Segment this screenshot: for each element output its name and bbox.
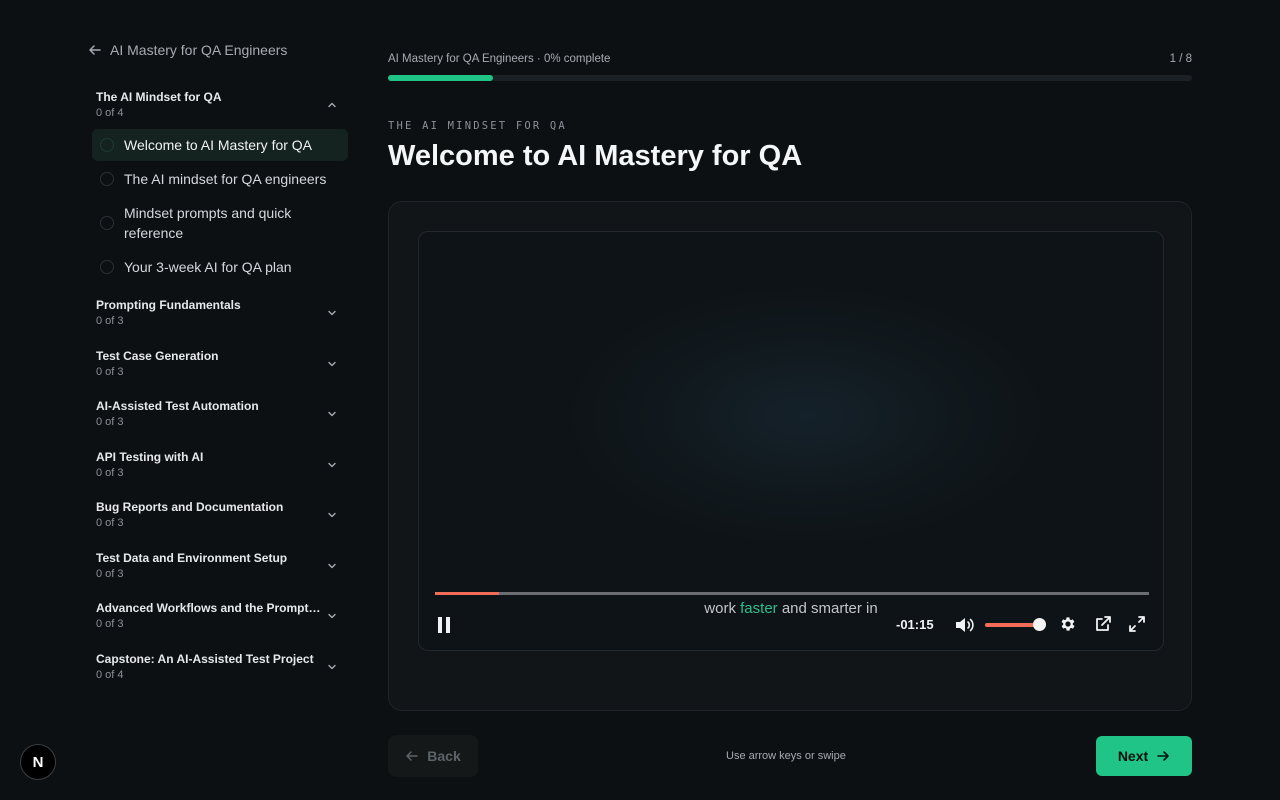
section-header[interactable]: Test Data and Environment Setup 0 of 3 xyxy=(88,550,352,582)
fullscreen-icon xyxy=(1129,616,1145,632)
section-count: 0 of 3 xyxy=(96,568,124,580)
pause-button[interactable] xyxy=(437,617,451,633)
chevron-down-icon xyxy=(328,664,336,670)
section-count: 0 of 3 xyxy=(96,467,124,479)
lesson-status-icon xyxy=(100,138,114,152)
section-header[interactable]: API Testing with AI 0 of 3 xyxy=(88,449,352,481)
section-count: 0 of 4 xyxy=(96,107,124,119)
badge-letter: N xyxy=(32,753,44,771)
section-capstone[interactable]: Capstone: An AI-Assisted Test Project 0 o… xyxy=(88,651,352,683)
back-button[interactable]: Back xyxy=(388,735,478,777)
section-count: 0 of 3 xyxy=(96,366,124,378)
video-card: work faster and smarter in -01:15 xyxy=(388,201,1192,711)
arrow-left-icon xyxy=(406,751,419,761)
volume-slider-handle[interactable] xyxy=(1033,618,1046,631)
section-ai-mindset[interactable]: The AI Mindset for QA 0 of 4 xyxy=(88,89,352,121)
caption-text-after: and smarter in xyxy=(777,600,878,617)
volume-icon xyxy=(956,618,974,632)
video-player[interactable]: work faster and smarter in -01:15 xyxy=(418,231,1164,651)
lesson-main: AI Mastery for QA Engineers · 0% complet… xyxy=(388,0,1192,800)
lesson-label: Mindset prompts and quick reference xyxy=(124,205,292,241)
section-title: Capstone: An AI-Assisted Test Project xyxy=(96,652,314,666)
lesson-status-icon xyxy=(100,216,114,230)
fullscreen-button[interactable] xyxy=(1128,615,1146,633)
course-back-label: AI Mastery for QA Engineers xyxy=(110,42,288,58)
seek-bar[interactable] xyxy=(435,592,1149,595)
chevron-down-icon xyxy=(328,361,336,367)
section-header[interactable]: Bug Reports and Documentation 0 of 3 xyxy=(88,499,352,531)
caption-text-before: work xyxy=(704,600,741,617)
chevron-down-icon xyxy=(328,512,336,518)
chevron-down-icon xyxy=(328,563,336,569)
section-title: AI-Assisted Test Automation xyxy=(96,399,259,413)
section-count: 0 of 4 xyxy=(96,669,124,681)
nextjs-dev-badge[interactable]: N xyxy=(20,744,56,780)
video-caption: work faster and smarter in xyxy=(419,600,1163,617)
time-remaining: -01:15 xyxy=(896,617,934,632)
course-progress-label: AI Mastery for QA Engineers · 0% complet… xyxy=(388,53,611,65)
settings-button[interactable] xyxy=(1059,615,1077,633)
arrow-left-icon xyxy=(89,45,101,55)
navigation-hint: Use arrow keys or swipe xyxy=(726,750,846,762)
section-count: 0 of 3 xyxy=(96,416,124,428)
next-button-label: Next xyxy=(1117,748,1149,764)
lesson-section-eyebrow: THE AI MINDSET FOR QA xyxy=(388,120,567,132)
course-progress-fill xyxy=(388,75,493,81)
lesson-title: Welcome to AI Mastery for QA xyxy=(388,140,803,172)
gear-icon xyxy=(1061,617,1075,631)
section-title: Prompting Fundamentals xyxy=(96,298,241,312)
chevron-down-icon xyxy=(328,310,336,316)
section-test-data[interactable]: Test Data and Environment Setup 0 of 3 xyxy=(88,550,352,582)
section-header[interactable]: The AI Mindset for QA 0 of 4 xyxy=(88,89,352,121)
section-header[interactable]: Test Case Generation 0 of 3 xyxy=(88,348,352,380)
section-count: 0 of 3 xyxy=(96,315,124,327)
section-title: Test Data and Environment Setup xyxy=(96,551,288,565)
popout-button[interactable] xyxy=(1094,615,1112,633)
chevron-up-icon xyxy=(328,102,336,108)
section-count: 0 of 3 xyxy=(96,618,124,630)
lesson-item-mindset-prompts[interactable]: Mindset prompts and quick reference xyxy=(92,199,332,247)
lesson-item-ai-mindset[interactable]: The AI mindset for QA engineers xyxy=(92,163,348,195)
chevron-down-icon xyxy=(328,411,336,417)
lesson-item-welcome[interactable]: Welcome to AI Mastery for QA xyxy=(92,129,348,161)
section-advanced-workflows[interactable]: Advanced Workflows and the Prompt… 0 of 3 xyxy=(88,600,352,632)
section-count: 0 of 3 xyxy=(96,517,124,529)
mute-button[interactable] xyxy=(954,616,974,634)
lesson-label: Your 3-week AI for QA plan xyxy=(124,259,292,275)
external-link-icon xyxy=(1096,616,1111,631)
section-bug-reports[interactable]: Bug Reports and Documentation 0 of 3 xyxy=(88,499,352,531)
seek-progress xyxy=(435,592,500,595)
course-progress-bar xyxy=(388,75,1192,81)
caption-highlight: faster xyxy=(740,600,778,617)
arrow-right-icon xyxy=(1157,751,1169,761)
lesson-item-3-week-plan[interactable]: Your 3-week AI for QA plan xyxy=(92,251,348,283)
lesson-label: The AI mindset for QA engineers xyxy=(124,171,327,187)
section-ai-assisted-test-automation[interactable]: AI-Assisted Test Automation 0 of 3 xyxy=(88,398,352,430)
course-back-link[interactable]: AI Mastery for QA Engineers xyxy=(88,42,287,58)
next-button[interactable]: Next xyxy=(1096,736,1192,776)
back-button-label: Back xyxy=(427,748,461,764)
section-header[interactable]: Advanced Workflows and the Prompt… 0 of 3 xyxy=(88,600,352,632)
lesson-status-icon xyxy=(100,260,114,274)
section-title: API Testing with AI xyxy=(96,450,204,464)
pause-icon xyxy=(438,617,450,633)
section-header[interactable]: Capstone: An AI-Assisted Test Project 0 o… xyxy=(88,651,352,683)
lesson-status-icon xyxy=(100,172,114,186)
section-api-testing[interactable]: API Testing with AI 0 of 3 xyxy=(88,449,352,481)
section-title: Bug Reports and Documentation xyxy=(96,500,284,514)
course-sidebar: AI Mastery for QA Engineers The AI Minds… xyxy=(88,0,352,800)
section-title: Test Case Generation xyxy=(96,349,219,363)
lesson-label: Welcome to AI Mastery for QA xyxy=(124,137,313,153)
section-title: Advanced Workflows and the Prompt… xyxy=(96,601,321,615)
section-header[interactable]: Prompting Fundamentals 0 of 3 xyxy=(88,297,352,329)
lesson-position-count: 1 / 8 xyxy=(1169,53,1192,65)
chevron-down-icon xyxy=(328,613,336,619)
section-prompting-fundamentals[interactable]: Prompting Fundamentals 0 of 3 xyxy=(88,297,352,329)
chevron-down-icon xyxy=(328,462,336,468)
section-test-case-generation[interactable]: Test Case Generation 0 of 3 xyxy=(88,348,352,380)
section-header[interactable]: AI-Assisted Test Automation 0 of 3 xyxy=(88,398,352,430)
section-title: The AI Mindset for QA xyxy=(96,90,222,104)
